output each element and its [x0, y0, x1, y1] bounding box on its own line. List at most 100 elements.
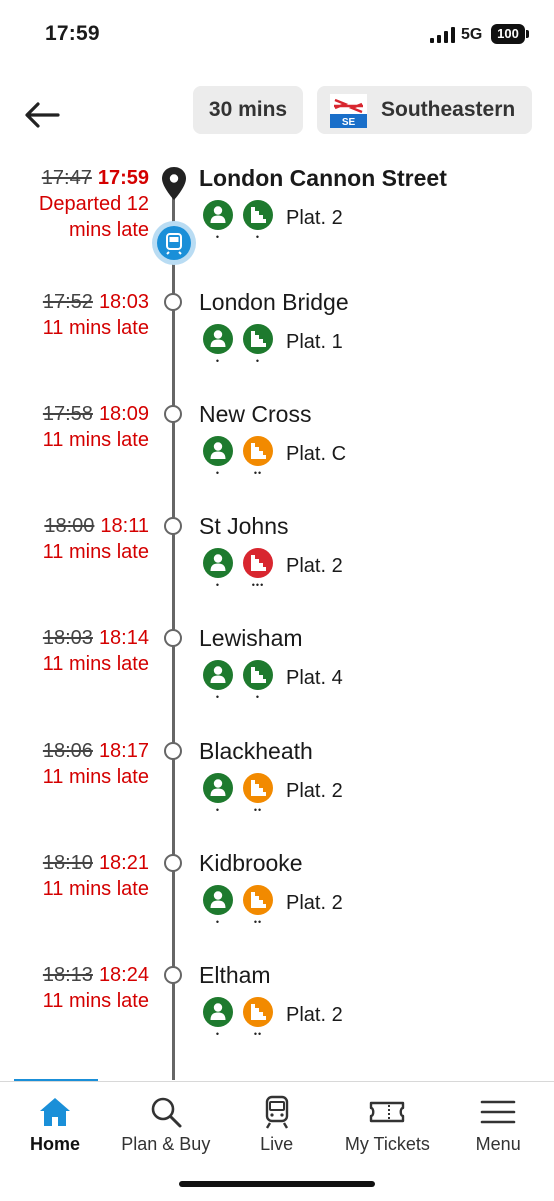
staffing-level-dots: •	[215, 1029, 221, 1039]
calling-point[interactable]: 18:13 18:24 11 mins late Eltham • •• Plat…	[0, 960, 554, 1075]
staffing-level-dots: •	[215, 356, 221, 366]
scheduled-time: 17:52	[42, 291, 93, 313]
nav-label: Home	[29, 1134, 80, 1154]
step-level-dots: ••	[253, 1029, 263, 1039]
time-row: 18:13 18:24	[43, 963, 149, 988]
platform-label: Plat. 2	[286, 892, 343, 914]
platform-label: Plat. 2	[286, 780, 343, 802]
delay-status: 11 mins late	[42, 990, 149, 1012]
step-free-access-icon	[243, 548, 273, 578]
step-level-dots: •	[255, 232, 261, 242]
expected-time: 18:11	[100, 515, 149, 537]
staffed-station-icon	[203, 200, 233, 230]
station-name[interactable]: Eltham	[199, 960, 271, 990]
expected-time: 18:24	[98, 964, 149, 986]
station-name[interactable]: London Cannon Street	[199, 163, 447, 193]
step-level-dots: •	[255, 692, 261, 702]
station-name[interactable]: Lewisham	[199, 623, 303, 653]
national-rail-logo-icon: SE	[330, 94, 367, 128]
nav-menu[interactable]: Menu	[443, 1082, 553, 1172]
scheduled-time: 17:58	[42, 403, 93, 425]
station-name[interactable]: Kidbrooke	[199, 848, 303, 878]
train-position-icon	[152, 221, 196, 265]
nav-my-tickets[interactable]: My Tickets	[332, 1082, 442, 1172]
calling-point[interactable]: 17:47 17:59 Departed 12 mins late London …	[0, 163, 554, 278]
operator-name: Southeastern	[381, 98, 516, 121]
expected-time: 18:14	[98, 627, 149, 649]
calling-point[interactable]: 18:10 18:21 11 mins late Kidbrooke • •• P…	[0, 848, 554, 963]
time-row: 18:06 18:17	[43, 739, 149, 764]
expected-time: 18:21	[98, 852, 149, 874]
stop-node	[164, 742, 182, 760]
scheduled-time: 18:06	[42, 740, 93, 762]
expected-time: 18:17	[98, 740, 149, 762]
operator-chip: SE Southeastern	[317, 86, 532, 134]
staffing-level-dots: •	[215, 232, 221, 242]
ticket-icon	[369, 1094, 405, 1130]
staffed-station-icon	[203, 548, 233, 578]
back-arrow-icon[interactable]	[22, 99, 62, 131]
calling-point[interactable]: 18:06 18:17 11 mins late Blackheath • •• …	[0, 736, 554, 851]
step-free-access-icon	[243, 997, 273, 1027]
delay-status: 11 mins late	[42, 878, 149, 900]
time-row: 17:52 18:03	[43, 290, 149, 315]
station-name[interactable]: St Johns	[199, 511, 289, 541]
step-level-dots: •	[255, 356, 261, 366]
nav-label: Live	[260, 1134, 294, 1154]
battery-cap	[526, 30, 529, 38]
station-name[interactable]: London Bridge	[199, 287, 349, 317]
calling-point[interactable]: 18:03 18:14 11 mins late Lewisham • • Pla…	[0, 623, 554, 738]
time-row: 17:58 18:09	[43, 402, 149, 427]
nav-label: Menu	[475, 1134, 521, 1154]
nav-home[interactable]: Home	[0, 1082, 110, 1172]
staffing-level-dots: •	[215, 917, 221, 927]
calling-point[interactable]: 17:58 18:09 11 mins late New Cross • •• P…	[0, 399, 554, 514]
battery-icon: 100	[491, 24, 525, 44]
platform-label: Plat. 1	[286, 331, 343, 353]
scheduled-time: 17:47	[41, 167, 92, 189]
staffing-level-dots: •	[215, 805, 221, 815]
expected-time: 18:03	[98, 291, 149, 313]
train-icon	[259, 1094, 295, 1130]
signal-icon	[430, 27, 455, 43]
nav-plan-buy[interactable]: Plan & Buy	[111, 1082, 221, 1172]
delay-status: 11 mins late	[42, 317, 149, 339]
step-free-access-icon	[243, 660, 273, 690]
calling-point[interactable]: 17:52 18:03 11 mins late London Bridge • …	[0, 287, 554, 402]
duration-chip: 30 mins	[193, 86, 303, 134]
station-name[interactable]: New Cross	[199, 399, 311, 429]
step-level-dots: ••	[253, 805, 263, 815]
nav-live[interactable]: Live	[222, 1082, 332, 1172]
stop-node	[164, 854, 182, 872]
staffed-station-icon	[203, 324, 233, 354]
stop-node	[164, 966, 182, 984]
home-indicator	[179, 1181, 375, 1187]
scheduled-time: 18:00	[44, 515, 95, 537]
journey-header: 30 mins SE Southeastern	[0, 80, 554, 150]
platform-label: Plat. 2	[286, 555, 343, 577]
nav-label: Plan & Buy	[121, 1134, 211, 1154]
nav-label: My Tickets	[344, 1134, 430, 1154]
menu-icon	[480, 1094, 516, 1130]
staffing-level-dots: •	[215, 580, 221, 590]
delay-status: 11 mins late	[42, 653, 149, 675]
network-type: 5G	[461, 26, 483, 43]
station-name[interactable]: Blackheath	[199, 736, 313, 766]
step-free-access-icon	[243, 436, 273, 466]
status-bar: 17:59 5G 100	[0, 0, 554, 70]
step-level-dots: ••	[253, 917, 263, 927]
stop-node	[164, 405, 182, 423]
status-time: 17:59	[45, 22, 100, 45]
stop-node	[164, 293, 182, 311]
staffed-station-icon	[203, 997, 233, 1027]
step-free-access-icon	[243, 324, 273, 354]
expected-time: 17:59	[97, 167, 149, 189]
calling-points-list[interactable]: 17:47 17:59 Departed 12 mins late London …	[0, 150, 554, 1080]
staffed-station-icon	[203, 436, 233, 466]
calling-point[interactable]: 18:00 18:11 11 mins late St Johns • ••• P…	[0, 511, 554, 626]
delay-status: 11 mins late	[42, 429, 149, 451]
delay-status: 11 mins late	[42, 766, 149, 788]
delay-status: 11 mins late	[42, 541, 149, 563]
step-free-access-icon	[243, 773, 273, 803]
staffed-station-icon	[203, 885, 233, 915]
